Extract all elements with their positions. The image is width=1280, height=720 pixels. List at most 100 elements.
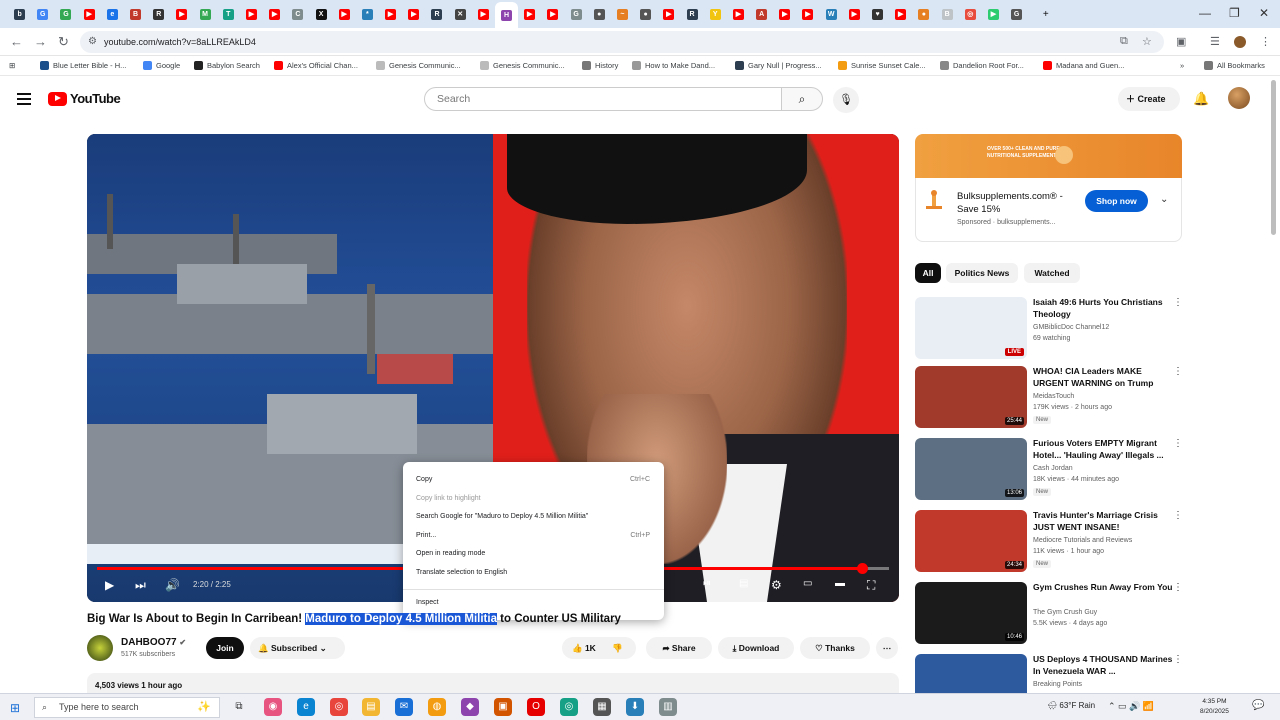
copilot-icon[interactable]: ◉ [264, 698, 282, 716]
browser-tab[interactable]: ▶ [78, 3, 101, 25]
bookmark-item[interactable]: Genesis Communic... [480, 61, 565, 70]
context-menu-item[interactable]: Inspect [416, 599, 439, 606]
recommended-video[interactable]: 10:46 Gym Crushes Run Away From You The Gy… [915, 582, 1183, 646]
more-options-icon[interactable]: ⋮ [1173, 366, 1183, 377]
youtube-logo[interactable]: YouTube [48, 91, 121, 106]
context-menu-item[interactable]: Copy [416, 476, 432, 483]
ad-title[interactable]: Bulksupplements.com® - Save 15% [957, 190, 1077, 216]
system-tray-icons[interactable]: ⌃ ▭ 🔊 📶 [1108, 701, 1154, 712]
site-info-icon[interactable]: ⚙ [88, 31, 97, 53]
menu-dots-icon[interactable]: ⋮ [1260, 35, 1271, 48]
bookmark-item[interactable]: How to Make Dand... [632, 61, 715, 70]
recommended-video[interactable]: 25:44 WHOA! CIA Leaders MAKE URGENT WARNI… [915, 366, 1183, 430]
recommended-video[interactable]: 24:34 Travis Hunter's Marriage Crisis JUS… [915, 510, 1183, 574]
browser-tab[interactable]: G [54, 3, 77, 25]
video-thumbnail[interactable]: 25:44 [915, 366, 1027, 428]
fullscreen-icon[interactable]: ⛶ [867, 578, 875, 593]
minimize-icon[interactable]: — [1199, 6, 1211, 20]
weather-widget[interactable]: 🌧 63°F Rain [1047, 701, 1095, 710]
play-icon[interactable]: ▶ [105, 578, 114, 592]
context-menu-item[interactable]: Translate selection to English [416, 569, 507, 576]
notifications-bell-icon[interactable]: 🔔 [1193, 91, 1209, 107]
windows-start-icon[interactable]: ⊞ [10, 701, 20, 715]
bookmark-item[interactable]: Dandelion Root For... [940, 61, 1024, 70]
browser-tab[interactable]: e [101, 3, 124, 25]
profile-avatar[interactable] [1234, 36, 1246, 48]
video-thumbnail[interactable]: 13:06 [915, 438, 1027, 500]
recommended-video-title[interactable]: Gym Crushes Run Away From You [1033, 582, 1173, 594]
browser-tab[interactable]: R [680, 3, 703, 25]
download-button[interactable]: ⤓ Download [718, 637, 794, 659]
theater-mode-icon[interactable]: ▬ [835, 578, 845, 589]
shop-now-button[interactable]: Shop now [1085, 190, 1148, 212]
browser-tab[interactable]: * [356, 3, 379, 25]
chevron-down-icon[interactable]: ⌄ [1160, 194, 1168, 205]
captions-icon[interactable]: ▤ [739, 578, 748, 589]
browser-tab[interactable]: ▶ [727, 3, 750, 25]
more-options-icon[interactable]: ⋮ [1173, 654, 1182, 665]
recommended-video-title[interactable]: US Deploys 4 THOUSAND Marines In Venezue… [1033, 654, 1173, 677]
back-icon[interactable]: ← [10, 34, 23, 49]
more-options-icon[interactable]: ⋮ [1173, 438, 1183, 449]
more-bookmarks-icon[interactable]: » [1180, 61, 1184, 70]
recommended-video-channel[interactable]: The Gym Crush Guy [1033, 609, 1097, 616]
thumbs-down-icon[interactable]: 👎 [612, 637, 623, 659]
bookmark-item[interactable]: Gary Null | Progress... [735, 61, 822, 70]
browser-tab[interactable]: X [309, 3, 332, 25]
channel-name[interactable]: DAHBOO77 ✔ [121, 637, 186, 648]
filter-chip[interactable]: Politics News [946, 263, 1018, 283]
browser-tab[interactable]: ▶ [263, 3, 286, 25]
account-avatar[interactable] [1228, 87, 1250, 109]
bookmark-item[interactable]: History [582, 61, 618, 70]
browser-tab[interactable]: A [750, 3, 773, 25]
browser-tab[interactable]: ▶ [170, 3, 193, 25]
video-thumbnail[interactable]: 24:34 [915, 510, 1027, 572]
mail-icon[interactable]: ✉ [395, 698, 413, 716]
browser-tab[interactable]: ▶ [379, 3, 402, 25]
browser-tab[interactable]: ▶ [333, 3, 356, 25]
recommended-video[interactable]: LIVE Isaiah 49:6 Hurts You Christians The… [915, 297, 1183, 361]
autoplay-toggle-icon[interactable]: ⏯ [703, 578, 711, 589]
more-options-icon[interactable]: ⋮ [1173, 297, 1183, 308]
context-menu-item[interactable]: Print... [416, 532, 436, 539]
video-thumbnail[interactable] [915, 654, 1027, 693]
more-actions-button[interactable]: ⋯ [876, 637, 898, 659]
app-icon-6[interactable]: ▥ [659, 698, 677, 716]
browser-tab[interactable]: ▶ [657, 3, 680, 25]
tune-icon[interactable]: ☰ [1210, 35, 1220, 48]
app-icon-5[interactable]: ⬇ [626, 698, 644, 716]
task-view-icon[interactable]: ⧉ [230, 698, 248, 716]
browser-tab[interactable]: R [425, 3, 448, 25]
notifications-icon[interactable]: 💬 [1252, 700, 1264, 711]
join-button[interactable]: Join [206, 637, 244, 659]
browser-tab[interactable]: W [820, 3, 843, 25]
browser-tab[interactable]: T [217, 3, 240, 25]
browser-tab[interactable]: ▶ [982, 3, 1005, 25]
bookmark-item[interactable]: Alex's Official Chan... [274, 61, 358, 70]
browser-tab[interactable]: ● [912, 3, 935, 25]
recommended-video-title[interactable]: Isaiah 49:6 Hurts You Christians Theolog… [1033, 297, 1173, 320]
browser-tab[interactable]: ▶ [541, 3, 564, 25]
bookmark-item[interactable]: Google [143, 61, 180, 70]
scrollbar[interactable] [1271, 80, 1276, 235]
new-tab-button[interactable]: + [1034, 3, 1057, 25]
video-thumbnail[interactable]: LIVE [915, 297, 1027, 359]
browser-tab[interactable]: ▶ [240, 3, 263, 25]
browser-tab[interactable]: G [31, 3, 54, 25]
channel-avatar[interactable] [87, 635, 113, 661]
selected-text[interactable]: Maduro to Deploy 4.5 Million Militia [305, 613, 497, 625]
all-bookmarks[interactable]: All Bookmarks [1204, 61, 1265, 70]
browser-tab[interactable]: ▶ [796, 3, 819, 25]
browser-tab[interactable]: ▶ [889, 3, 912, 25]
clock[interactable]: 4:35 PM 8/20/2025 [1200, 697, 1229, 717]
recommended-video-title[interactable]: Travis Hunter's Marriage Crisis JUST WEN… [1033, 510, 1173, 533]
more-options-icon[interactable]: ⋮ [1173, 510, 1183, 521]
recommended-video[interactable]: US Deploys 4 THOUSAND Marines In Venezue… [915, 654, 1182, 693]
bookmark-item[interactable]: Sunrise Sunset Cale... [838, 61, 926, 70]
recommended-video-title[interactable]: Furious Voters EMPTY Migrant Hotel... 'H… [1033, 438, 1173, 461]
reload-icon[interactable]: ↻ [58, 34, 69, 50]
browser-tab[interactable]: C [286, 3, 309, 25]
browser-tab[interactable]: ▶ [518, 3, 541, 25]
browser-tab[interactable]: ▶ [472, 3, 495, 25]
recommended-video-channel[interactable]: Breaking Points [1033, 681, 1082, 688]
